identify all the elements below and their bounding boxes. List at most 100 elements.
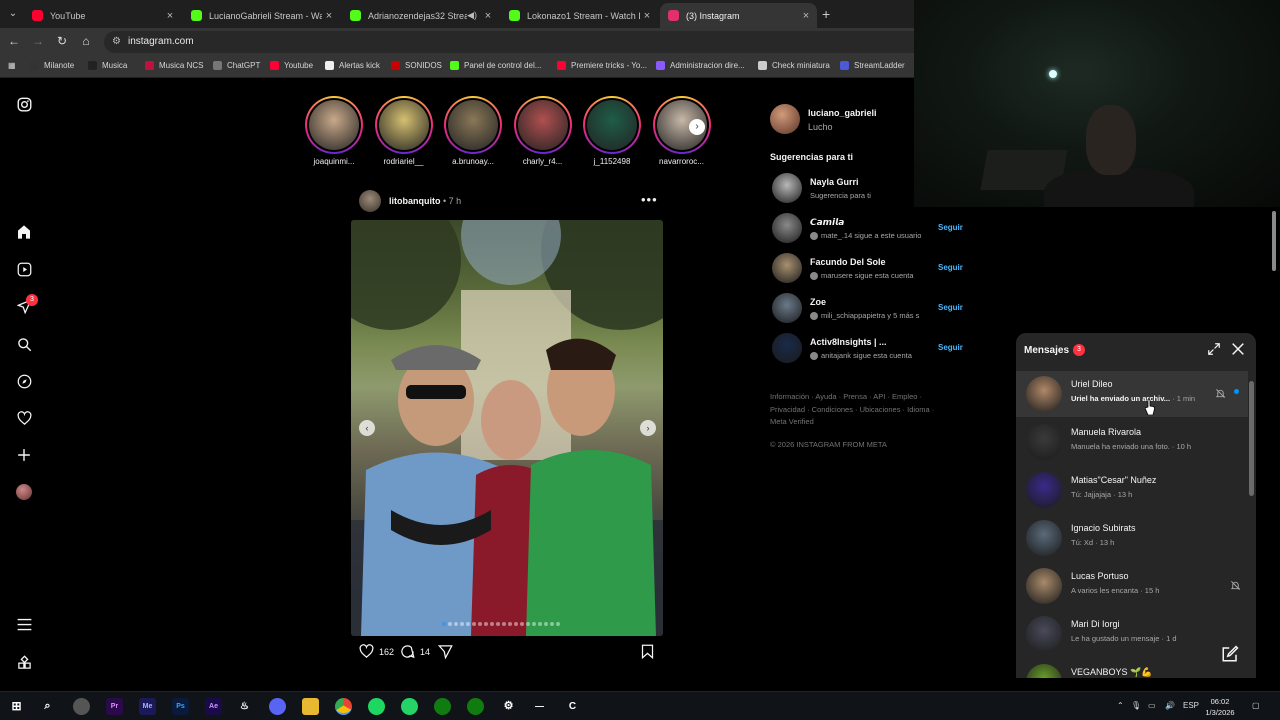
suggestion-name[interactable]: Zoe [810,297,826,307]
post-image[interactable] [351,220,663,636]
post-username[interactable]: litobanquito [389,196,441,206]
taskbar-app-icon[interactable]: Ae [205,698,222,715]
explore-icon[interactable] [14,371,34,391]
follow-button[interactable]: Seguir [938,223,963,232]
follow-button[interactable]: Seguir [938,263,963,272]
bookmark[interactable]: Milanote [30,61,74,70]
suggestion-avatar[interactable] [772,173,802,203]
follow-button[interactable]: Seguir [938,343,963,352]
conversation-item[interactable]: Manuela Rivarola Manuela ha enviado una f… [1016,419,1248,465]
post-author-avatar[interactable] [359,190,381,212]
bookmark[interactable]: Alertas kick [325,61,380,70]
photo-prev-icon[interactable]: ‹ [359,420,375,436]
tab-close-icon[interactable]: × [799,10,813,22]
bookmark[interactable]: Youtube [270,61,313,70]
volume-icon[interactable]: 🔊 [1165,701,1175,710]
chrome-icon[interactable] [335,698,352,715]
compose-icon[interactable] [1221,645,1239,663]
settings-icon[interactable]: ⚙ [500,698,517,715]
story-item[interactable]: j_1152498 [580,96,644,166]
comment-button[interactable]: 14 [400,644,430,659]
discord-icon[interactable] [269,698,286,715]
back-icon[interactable]: ← [6,34,22,48]
story-item[interactable]: a.brunoay... [441,96,505,166]
save-button[interactable] [641,644,654,659]
story-item[interactable]: charly_r4... [511,96,575,166]
xbox-app-icon[interactable] [467,698,484,715]
tab-search-icon[interactable]: ⌄ [4,6,22,22]
create-icon[interactable] [14,445,34,465]
browser-tab[interactable]: Adrianozendejas32 Stream ◀) × [342,3,499,28]
bookmark[interactable]: Administracion dire... [656,61,745,70]
taskbar-app-icon[interactable]: Ps [172,698,189,715]
bookmark[interactable]: Musica NCS [145,61,203,70]
whatsapp-icon[interactable] [401,698,418,715]
browser-tab[interactable]: Lokonazo1 Stream - Watch Live× [501,3,658,28]
messages-scrollbar[interactable] [1248,373,1256,678]
forward-icon[interactable]: → [30,34,46,48]
stories-next-icon[interactable]: › [689,119,705,135]
page-scrollbar[interactable] [1268,207,1280,691]
like-button[interactable]: 162 [359,644,394,659]
app-icon[interactable]: — [531,698,548,715]
bookmark[interactable]: StreamLadder [840,61,905,70]
instagram-logo-icon[interactable] [14,94,34,114]
story-item[interactable]: joaquinmi... [302,96,366,166]
browser-tab[interactable]: (3) Instagram × [660,3,817,28]
network-icon[interactable]: ▭ [1148,701,1156,710]
share-button[interactable] [438,644,453,659]
conversation-item[interactable]: Uriel Dileo Uriel ha enviado un archiv...… [1016,371,1248,417]
conversation-item[interactable]: Lucas Portuso A varios les encanta · 15 h [1016,563,1248,609]
spotify-icon[interactable] [368,698,385,715]
tab-close-icon[interactable]: × [163,10,177,22]
taskbar-search-icon[interactable]: ⌕ [39,698,56,715]
bookmark[interactable]: Premiere tricks - Yo... [557,61,647,70]
bookmark[interactable]: SONIDOS [391,61,442,70]
bookmark[interactable]: Panel de control del... [450,61,541,70]
suggestion-name[interactable]: Nayla Gurri [810,177,859,187]
file-explorer-icon[interactable] [302,698,319,715]
tab-audio-icon[interactable]: ◀) [467,10,477,21]
xbox-icon[interactable] [434,698,451,715]
conversation-item[interactable]: Ignacio Subirats Tú: Xd · 13 h [1016,515,1248,561]
search-icon[interactable] [14,334,34,354]
current-user-avatar[interactable] [770,104,800,134]
suggestion-name[interactable]: Facundo Del Sole [810,257,886,267]
suggestion-avatar[interactable] [772,333,802,363]
suggestion-avatar[interactable] [772,253,802,283]
reels-icon[interactable] [14,259,34,279]
menu-icon[interactable] [14,614,34,634]
obs-icon[interactable] [73,698,90,715]
taskbar-app-icon[interactable]: Pr [106,698,123,715]
close-icon[interactable] [1230,341,1246,357]
notifications-icon[interactable]: ▢ [1252,701,1260,710]
windows-start-icon[interactable]: ⊞ [8,698,25,715]
browser-tab[interactable]: LucianoGabrieli Stream - Watch× [183,3,340,28]
footer-links[interactable]: Información · Ayuda · Prensa · API · Emp… [770,391,950,429]
suggestion-avatar[interactable] [772,213,802,243]
new-tab-icon[interactable]: + [822,6,830,22]
language-indicator[interactable]: ESP [1183,701,1199,710]
browser-tab[interactable]: YouTube × [24,3,181,28]
capcut-icon[interactable]: C [564,698,581,715]
heart-icon[interactable] [14,408,34,428]
taskbar-app-icon[interactable]: Me [139,698,156,715]
system-clock[interactable]: 06:02 1/3/2026 [1200,696,1240,718]
expand-icon[interactable] [1207,342,1221,356]
conversation-item[interactable]: VEGANBOYS 🌱💪 [1016,659,1248,678]
current-username[interactable]: luciano_gabrieli [808,108,877,118]
address-bar[interactable]: ⚙ instagram.com [104,31,914,53]
suggestion-avatar[interactable] [772,293,802,323]
story-item[interactable]: rodriariel__ [372,96,436,166]
home-icon[interactable] [14,222,34,242]
apps-grid-icon[interactable]: ▦ [8,61,16,70]
steam-icon[interactable]: ♨ [236,698,253,715]
reload-icon[interactable]: ↻ [54,34,70,48]
bookmark[interactable]: Musica [88,61,127,70]
tab-close-icon[interactable]: × [640,10,654,22]
suggestion-name[interactable]: Activ8Insights | ... [810,337,887,347]
mic-icon[interactable]: 🎙 [1131,701,1141,710]
tab-close-icon[interactable]: × [322,10,336,22]
suggestion-name[interactable]: 𝘾𝙖𝙢𝙞𝙡𝙖 [810,217,844,228]
meta-apps-icon[interactable] [14,652,34,672]
